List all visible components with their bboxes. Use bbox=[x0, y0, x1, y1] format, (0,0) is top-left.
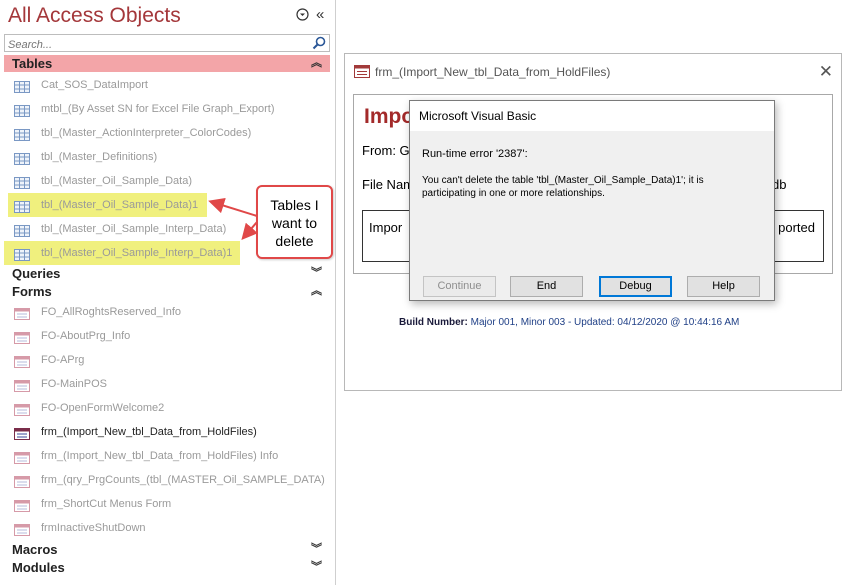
group-header-macros[interactable]: Macros ︾ bbox=[4, 541, 330, 558]
group-header-queries[interactable]: Queries ︾ bbox=[4, 265, 330, 282]
table-item[interactable]: mtbl_(By Asset SN for Excel File Graph_E… bbox=[4, 98, 324, 120]
chevron-up-icon[interactable]: ︽ bbox=[311, 283, 322, 300]
navigation-pane: All Access Objects « Tables ︽ Cat_SOS_Da… bbox=[0, 0, 336, 585]
nav-pane-title: All Access Objects bbox=[8, 4, 181, 27]
import-label: Impor bbox=[369, 220, 403, 235]
group-label: Macros bbox=[12, 542, 58, 557]
form-item[interactable]: FO-APrg bbox=[4, 349, 324, 371]
item-label: frm_ShortCut Menus Form bbox=[41, 498, 172, 510]
item-label: tbl_(Master_ActionInterpreter_ColorCodes… bbox=[41, 127, 252, 139]
form-title: frm_(Import_New_tbl_Data_from_HoldFiles) bbox=[375, 65, 611, 79]
callout-line: Tables I bbox=[270, 197, 319, 213]
end-button[interactable]: End bbox=[510, 276, 583, 297]
form-icon bbox=[14, 306, 30, 320]
group-header-forms[interactable]: Forms ︽ bbox=[4, 283, 330, 300]
build-number: Build Number: Major 001, Minor 003 - Upd… bbox=[399, 317, 739, 328]
file-name-label: File Nam bbox=[362, 177, 415, 192]
form-item[interactable]: FO-AboutPrg_Info bbox=[4, 325, 324, 347]
table-icon bbox=[14, 151, 30, 165]
annotation-callout: Tables I want to delete bbox=[256, 185, 333, 259]
table-icon bbox=[14, 79, 30, 93]
form-item[interactable]: FO_AllRoghtsReserved_Info bbox=[4, 301, 324, 323]
group-label: Forms bbox=[12, 284, 52, 299]
table-item[interactable]: Cat_SOS_DataImport bbox=[4, 74, 324, 96]
item-label: frmInactiveShutDown bbox=[41, 522, 146, 534]
form-icon bbox=[14, 330, 30, 344]
dropdown-circle-icon[interactable] bbox=[296, 8, 309, 24]
item-label: tbl_(Master_Oil_Sample_Interp_Data)1 bbox=[41, 247, 233, 259]
debug-button[interactable]: Debug bbox=[599, 276, 672, 297]
item-label: tbl_(Master_Oil_Sample_Data)1 bbox=[41, 199, 199, 211]
table-icon bbox=[14, 103, 30, 117]
form-item[interactable]: frmInactiveShutDown bbox=[4, 517, 324, 539]
form-item[interactable]: frm_(qry_PrgCounts_(tbl_(MASTER_Oil_SAMP… bbox=[4, 469, 325, 491]
callout-line: want to bbox=[271, 215, 318, 231]
table-icon bbox=[14, 223, 30, 237]
group-header-tables[interactable]: Tables ︽ bbox=[4, 55, 330, 72]
from-label: From: G bbox=[362, 143, 410, 158]
item-label: tbl_(Master_Definitions) bbox=[41, 151, 158, 163]
search-input[interactable] bbox=[5, 37, 305, 53]
item-label: frm_(Import_New_tbl_Data_from_HoldFiles)… bbox=[41, 450, 279, 462]
help-button[interactable]: Help bbox=[687, 276, 760, 297]
group-label: Tables bbox=[12, 56, 53, 71]
item-label: frm_(qry_PrgCounts_(tbl_(MASTER_Oil_SAMP… bbox=[41, 474, 325, 486]
build-number-value: Major 001, Minor 003 - Updated: 04/12/20… bbox=[467, 317, 740, 328]
group-label: Queries bbox=[12, 266, 61, 281]
item-label: FO-AboutPrg_Info bbox=[41, 330, 131, 342]
form-icon bbox=[14, 402, 30, 416]
imported-label: ported bbox=[778, 220, 815, 235]
callout-line: delete bbox=[275, 233, 314, 249]
form-icon bbox=[14, 474, 30, 488]
group-label: Modules bbox=[12, 560, 65, 575]
table-item[interactable]: tbl_(Master_ActionInterpreter_ColorCodes… bbox=[4, 122, 324, 144]
item-label: tbl_(Master_Oil_Sample_Data) bbox=[41, 175, 193, 187]
table-icon bbox=[14, 175, 30, 189]
item-label: FO-MainPOS bbox=[41, 378, 108, 390]
form-icon bbox=[14, 354, 30, 368]
form-icon bbox=[14, 450, 30, 464]
table-item[interactable]: tbl_(Master_Definitions) bbox=[4, 146, 324, 168]
item-label: tbl_(Master_Oil_Sample_Interp_Data) bbox=[41, 223, 227, 235]
form-item[interactable]: frm_(Import_New_tbl_Data_from_HoldFiles)… bbox=[4, 445, 324, 467]
table-icon bbox=[14, 127, 30, 141]
chevron-down-icon[interactable]: ︾ bbox=[311, 559, 322, 576]
form-icon bbox=[14, 378, 30, 392]
collapse-pane-icon[interactable]: « bbox=[316, 6, 324, 23]
group-header-modules[interactable]: Modules ︾ bbox=[4, 559, 330, 576]
form-icon bbox=[354, 65, 370, 83]
form-item[interactable]: FO-MainPOS bbox=[4, 373, 324, 395]
error-code: Run-time error '2387': bbox=[422, 148, 528, 160]
chevron-up-icon[interactable]: ︽ bbox=[311, 55, 322, 72]
form-icon bbox=[14, 426, 30, 440]
item-label: FO-OpenFormWelcome2 bbox=[41, 402, 165, 414]
search-icon[interactable] bbox=[311, 35, 329, 51]
continue-button[interactable]: Continue bbox=[423, 276, 496, 297]
item-label: FO_AllRoghtsReserved_Info bbox=[41, 306, 182, 318]
error-message: You can't delete the table 'tbl_(Master_… bbox=[422, 175, 704, 199]
item-label: frm_(Import_New_tbl_Data_from_HoldFiles) bbox=[41, 426, 257, 438]
chevron-down-icon[interactable]: ︾ bbox=[311, 265, 322, 282]
form-item[interactable]: FO-OpenFormWelcome2 bbox=[4, 397, 324, 419]
item-label: FO-APrg bbox=[41, 354, 85, 366]
search-box bbox=[4, 34, 330, 53]
chevron-down-icon[interactable]: ︾ bbox=[311, 541, 322, 558]
close-icon[interactable]: ✕ bbox=[819, 62, 833, 82]
table-icon bbox=[14, 247, 30, 261]
build-number-label: Build Number: bbox=[399, 317, 468, 328]
form-icon bbox=[14, 498, 30, 512]
item-label: Cat_SOS_DataImport bbox=[41, 79, 148, 91]
error-dialog: Microsoft Visual Basic Run-time error '2… bbox=[409, 100, 775, 301]
item-label: mtbl_(By Asset SN for Excel File Graph_E… bbox=[41, 103, 275, 115]
form-icon bbox=[14, 522, 30, 536]
form-heading: Impo bbox=[364, 105, 415, 128]
dialog-title: Microsoft Visual Basic bbox=[410, 101, 774, 131]
form-item[interactable]: frm_(Import_New_tbl_Data_from_HoldFiles) bbox=[4, 421, 324, 443]
table-icon bbox=[14, 199, 30, 213]
form-item[interactable]: frm_ShortCut Menus Form bbox=[4, 493, 324, 515]
form-titlebar: frm_(Import_New_tbl_Data_from_HoldFiles)… bbox=[345, 54, 841, 90]
